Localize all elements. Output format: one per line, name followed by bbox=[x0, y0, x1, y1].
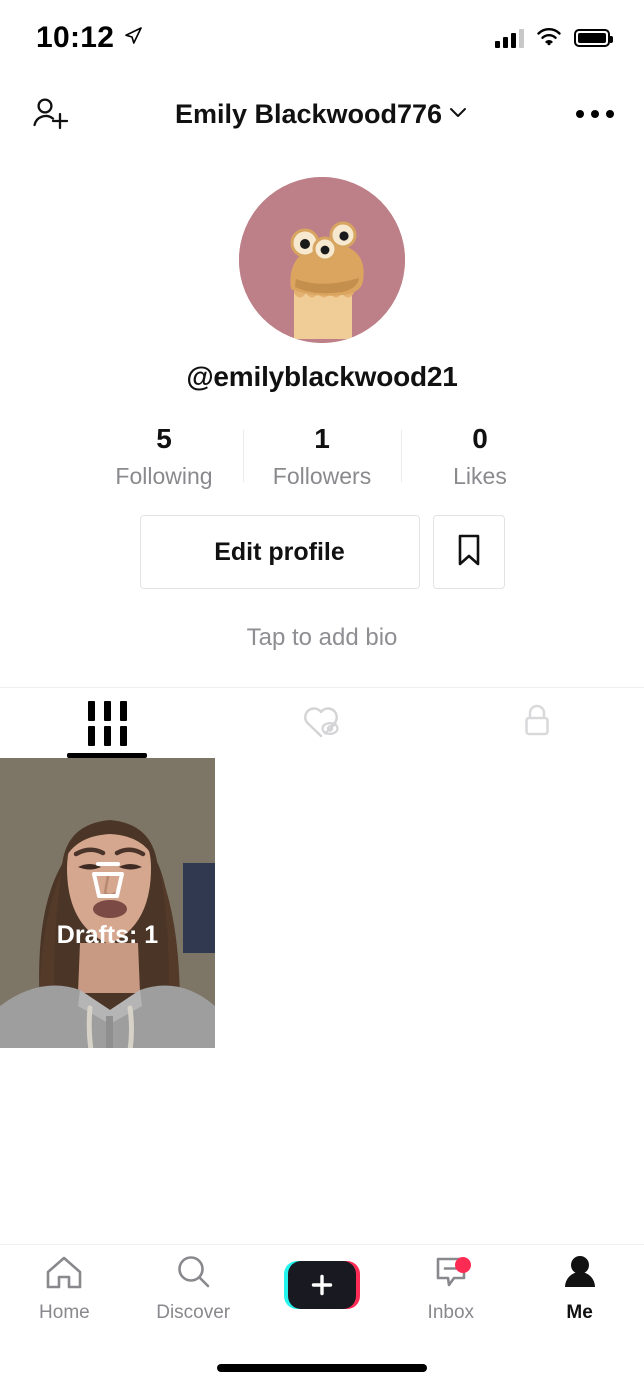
page-title[interactable]: Emily Blackwood776 bbox=[0, 99, 644, 130]
avatar[interactable] bbox=[239, 177, 405, 343]
stat-value: 0 bbox=[472, 423, 488, 454]
cellular-signal-icon bbox=[495, 28, 524, 48]
nav-item-create[interactable] bbox=[258, 1245, 387, 1330]
status-bar-right bbox=[495, 26, 613, 51]
tab-private[interactable] bbox=[429, 688, 644, 758]
search-icon bbox=[171, 1252, 215, 1297]
stat-value: 1 bbox=[314, 423, 330, 454]
bookmark-button[interactable] bbox=[432, 515, 505, 589]
profile-username: @emilyblackwood21 bbox=[186, 361, 458, 392]
draft-overlay: Drafts: 1 bbox=[0, 758, 215, 1048]
status-bar: 10:12 bbox=[0, 0, 644, 76]
nav-label: Me bbox=[566, 1301, 593, 1323]
status-time: 10:12 bbox=[36, 21, 115, 54]
person-icon bbox=[558, 1252, 602, 1297]
home-indicator bbox=[217, 1364, 427, 1372]
header-title-text: Emily Blackwood776 bbox=[174, 98, 443, 129]
create-plus-icon bbox=[283, 1261, 360, 1309]
drafts-label: Drafts: 1 bbox=[56, 921, 159, 949]
nav-item-discover[interactable]: Discover bbox=[129, 1245, 258, 1330]
more-options-icon[interactable] bbox=[576, 110, 614, 118]
profile-stats: 5 Following 1 Followers 0 Likes bbox=[0, 422, 644, 490]
draft-thumbnail[interactable]: Drafts: 1 bbox=[0, 758, 215, 1048]
stat-label: Following bbox=[115, 463, 213, 489]
home-icon bbox=[42, 1252, 86, 1297]
stat-following[interactable]: 5 Following bbox=[85, 422, 243, 490]
nav-label: Inbox bbox=[427, 1301, 475, 1323]
stat-likes[interactable]: 0 Likes bbox=[401, 422, 559, 490]
chevron-down-icon bbox=[447, 99, 469, 130]
tiktok-profile-screen: 10:12 Emily Blackwood776 @emilyblackwood… bbox=[0, 0, 644, 1394]
profile-header: Emily Blackwood776 bbox=[0, 76, 644, 152]
video-grid: Drafts: 1 bbox=[0, 758, 644, 1048]
nav-label: Home bbox=[39, 1301, 90, 1323]
status-bar-left: 10:12 bbox=[36, 21, 143, 55]
wifi-icon bbox=[536, 26, 562, 51]
grid-icon bbox=[87, 700, 127, 746]
tab-videos[interactable] bbox=[0, 688, 215, 758]
nav-item-home[interactable]: Home bbox=[0, 1245, 129, 1330]
edit-profile-button[interactable]: Edit profile bbox=[139, 515, 420, 589]
battery-full-icon bbox=[574, 29, 613, 47]
lock-icon bbox=[520, 701, 554, 746]
heart-hidden-icon bbox=[300, 701, 344, 746]
add-person-icon[interactable] bbox=[30, 94, 70, 134]
stat-label: Likes bbox=[453, 463, 507, 489]
bookmark-icon bbox=[454, 533, 484, 572]
profile-actions: Edit profile bbox=[0, 515, 644, 589]
content-tabs bbox=[0, 687, 644, 758]
tab-liked[interactable] bbox=[215, 688, 430, 758]
drafts-icon bbox=[84, 856, 132, 911]
location-arrow-icon bbox=[123, 26, 143, 51]
bottom-navigation: Home Discover Inbox Me bbox=[0, 1244, 644, 1330]
stat-label: Followers bbox=[272, 463, 372, 489]
avatar-cartoon-character bbox=[239, 177, 405, 343]
bio-placeholder[interactable]: Tap to add bio bbox=[0, 624, 644, 652]
nav-item-inbox[interactable]: Inbox bbox=[386, 1245, 515, 1330]
nav-item-me[interactable]: Me bbox=[515, 1245, 644, 1330]
stat-value: 5 bbox=[156, 423, 172, 454]
nav-label: Discover bbox=[156, 1301, 231, 1323]
stat-followers[interactable]: 1 Followers bbox=[243, 422, 401, 490]
